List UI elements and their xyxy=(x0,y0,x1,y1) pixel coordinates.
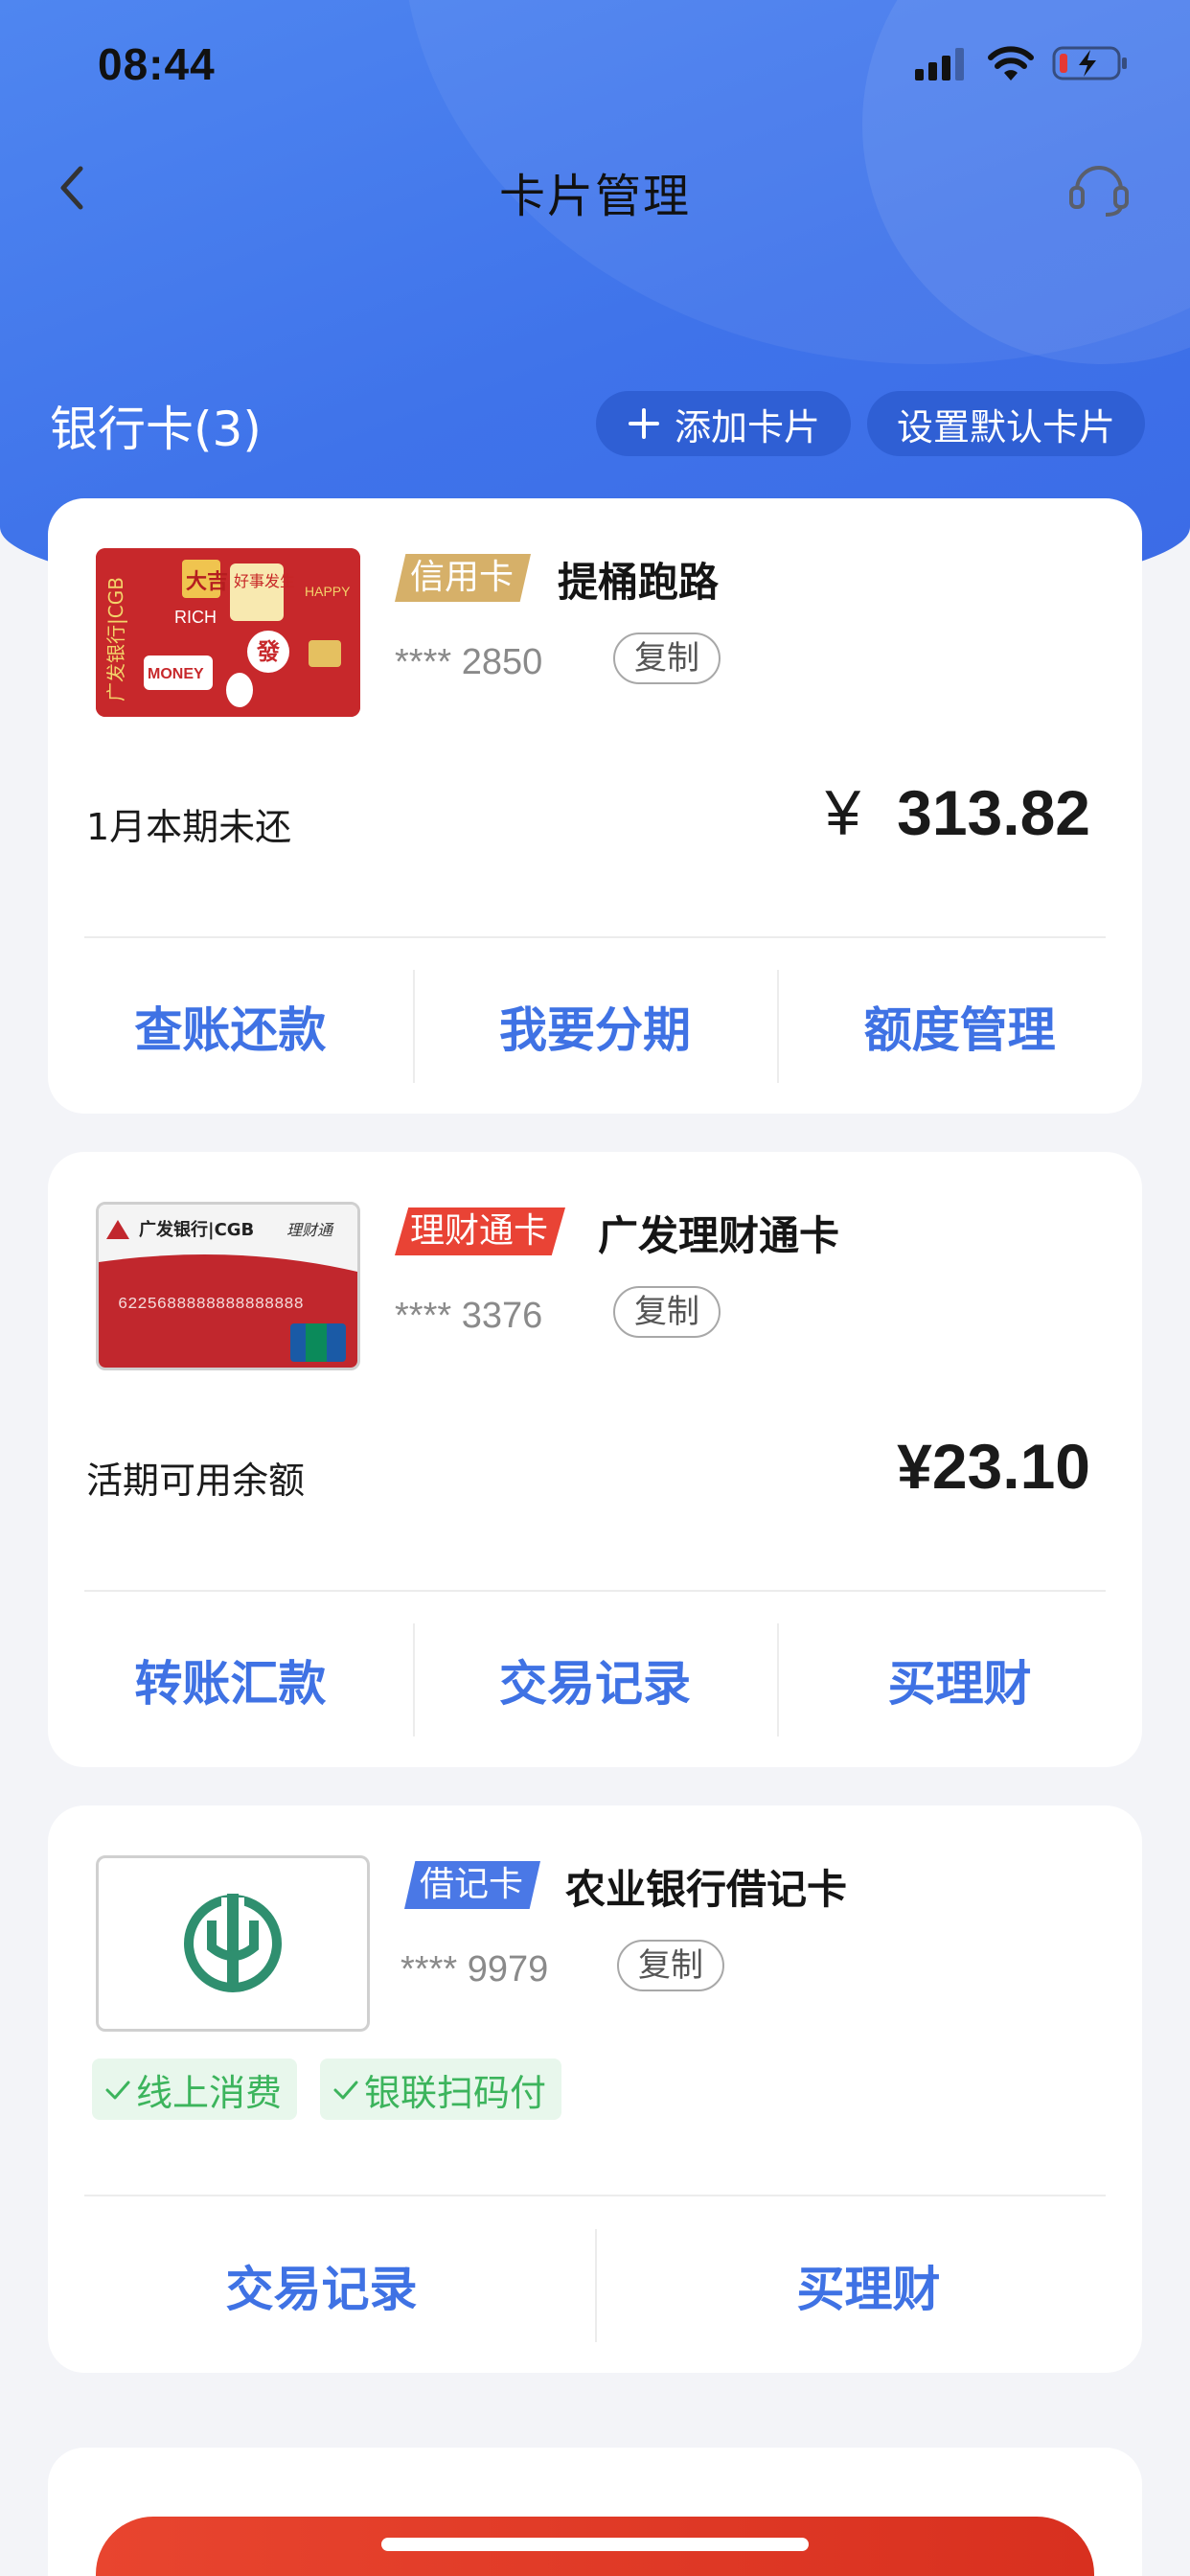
card-name: 农业银行借记卡 xyxy=(565,1866,848,1913)
credit-card-item[interactable]: 广发银行|CGB 大吉 好事发生 RICH 發 MONEY HAPPY 信用卡 … xyxy=(48,498,1142,1114)
set-default-card-button[interactable]: 设置默认卡片 xyxy=(867,391,1145,456)
bill-repay-button[interactable]: 查账还款 xyxy=(48,966,413,1087)
transaction-records-button[interactable]: 交易记录 xyxy=(48,2225,595,2346)
amount-number: 313.82 xyxy=(897,777,1090,848)
wealth-card-image: 广发银行|CGB 理财通 6225688888888888888 xyxy=(96,1202,360,1370)
card-type-tag: 借记卡 xyxy=(404,1861,541,1909)
wealth-card-item[interactable]: 广发银行|CGB 理财通 6225688888888888888 理财通卡 广发… xyxy=(48,1152,1142,1767)
check-icon xyxy=(333,2081,358,2100)
amount-label: 活期可用余额 xyxy=(86,1460,306,1502)
sticker-happy: HAPPY xyxy=(305,584,351,599)
plus-icon xyxy=(628,408,659,439)
amount-label: 1月本期未还 xyxy=(86,806,292,848)
sticker-daji: 大吉 xyxy=(186,569,228,594)
card-actions: 转账汇款 交易记录 买理财 xyxy=(48,1620,1142,1740)
add-card-button[interactable]: 添加卡片 xyxy=(596,391,851,456)
card-number: **** 3376 xyxy=(395,1296,543,1336)
abc-bank-logo-icon xyxy=(184,1894,282,1992)
card-actions: 查账还款 我要分期 额度管理 xyxy=(48,966,1142,1087)
card-name: 广发理财通卡 xyxy=(598,1212,840,1259)
wealth-card-brand: 广发银行|CGB xyxy=(139,1219,254,1240)
card-brand-text: 广发银行|CGB xyxy=(104,577,127,702)
divider xyxy=(84,1590,1106,1592)
add-card-label: 添加卡片 xyxy=(674,405,820,448)
buy-wealth-button[interactable]: 买理财 xyxy=(777,1620,1142,1740)
wifi-icon xyxy=(988,46,1034,80)
check-icon xyxy=(105,2081,130,2100)
feature-badge-unionpay-qr: 银联扫码付 xyxy=(320,2058,562,2120)
amount-value: ¥313.82 xyxy=(825,776,1090,849)
transaction-records-button[interactable]: 交易记录 xyxy=(412,1620,778,1740)
customer-service-icon[interactable] xyxy=(1067,159,1131,217)
status-bar: 08:44 xyxy=(0,0,1190,125)
currency-symbol: ¥ xyxy=(825,777,861,848)
card-number: **** 2850 xyxy=(395,642,543,682)
card-number: **** 9979 xyxy=(400,1949,549,1990)
copy-button[interactable]: 复制 xyxy=(613,1286,721,1338)
card-name: 提桶跑路 xyxy=(558,559,720,606)
transfer-button[interactable]: 转账汇款 xyxy=(48,1620,413,1740)
feature-badge-online: 线上消费 xyxy=(92,2058,298,2120)
sticker-fa: 發 xyxy=(256,638,280,665)
sticker-money: MONEY xyxy=(148,666,204,682)
feature-label: 银联扫码付 xyxy=(364,2071,547,2114)
copy-button[interactable]: 复制 xyxy=(617,1940,724,1991)
credit-card-image: 广发银行|CGB 大吉 好事发生 RICH 發 MONEY HAPPY xyxy=(96,548,360,717)
home-indicator xyxy=(381,2538,809,2551)
divider xyxy=(84,2195,1106,2196)
credit-limit-button[interactable]: 额度管理 xyxy=(777,966,1142,1087)
sticker-haoshi: 好事发生 xyxy=(234,572,295,590)
buy-wealth-button[interactable]: 买理财 xyxy=(595,2225,1142,2346)
card-type-tag: 理财通卡 xyxy=(395,1208,566,1255)
sticker-rich: RICH xyxy=(174,608,217,627)
wealth-card-number: 6225688888888888888 xyxy=(118,1296,304,1314)
set-default-card-label: 设置默认卡片 xyxy=(896,405,1115,448)
wealth-card-product: 理财通 xyxy=(286,1221,334,1239)
page-title: 卡片管理 xyxy=(498,170,691,223)
credit-card-art: 广发银行|CGB 大吉 好事发生 RICH 發 MONEY HAPPY xyxy=(96,548,360,717)
status-time: 08:44 xyxy=(98,39,216,89)
feature-label: 线上消费 xyxy=(136,2071,283,2114)
abc-card-image xyxy=(96,1855,370,2032)
wealth-card-art: 广发银行|CGB 理财通 6225688888888888888 xyxy=(99,1205,357,1368)
card-actions: 交易记录 买理财 xyxy=(48,2225,1142,2346)
divider xyxy=(84,936,1106,938)
copy-button[interactable]: 复制 xyxy=(613,632,721,684)
battery-icon xyxy=(1052,46,1127,80)
signal-icon xyxy=(915,48,964,80)
section-title: 银行卡(3) xyxy=(50,402,262,457)
card-type-tag: 信用卡 xyxy=(395,554,532,602)
debit-card-item[interactable]: 借记卡 农业银行借记卡 **** 9979 复制 线上消费 银联扫码付 交易记录… xyxy=(48,1806,1142,2373)
installment-button[interactable]: 我要分期 xyxy=(412,966,778,1087)
amount-value: ¥23.10 xyxy=(897,1431,1090,1502)
